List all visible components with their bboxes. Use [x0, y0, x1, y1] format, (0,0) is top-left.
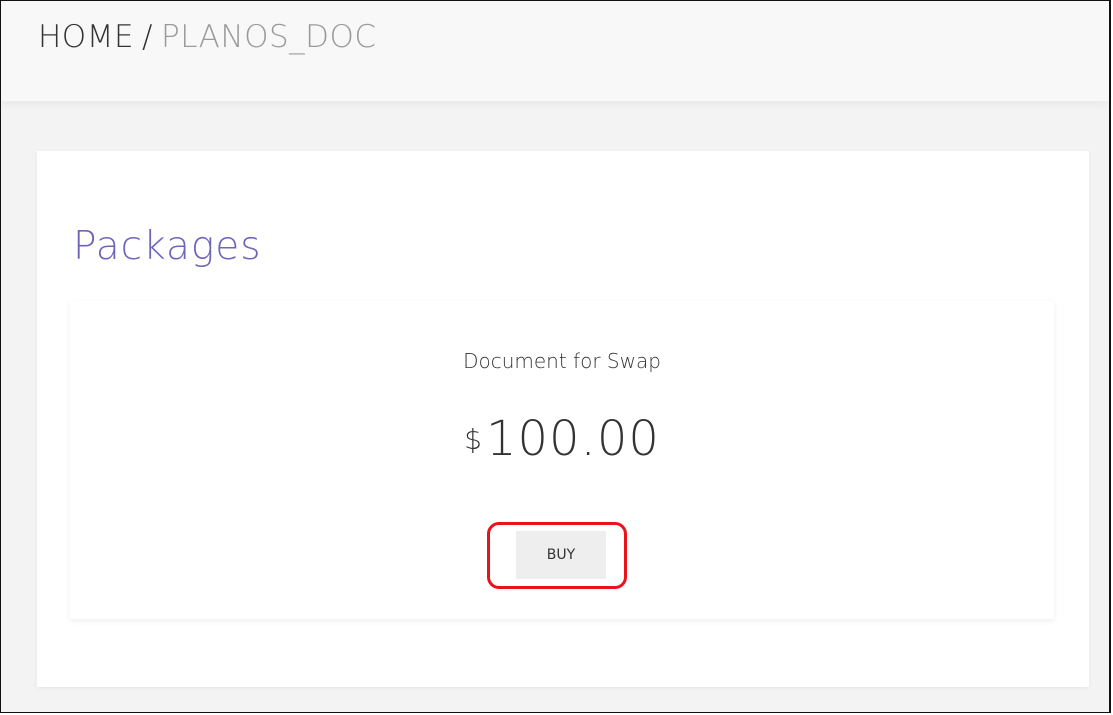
- breadcrumb-home-link[interactable]: HOME: [38, 19, 134, 55]
- package-item: Document for Swap $100.00 BUY: [70, 301, 1054, 619]
- breadcrumb-current: PLANOS_DOC: [161, 19, 377, 55]
- page-title: Packages: [73, 224, 262, 269]
- package-price: $100.00: [70, 411, 1054, 467]
- breadcrumb: HOME / PLANOS_DOC: [38, 19, 377, 55]
- price-currency: $: [464, 422, 482, 456]
- packages-card: Packages Document for Swap $100.00 BUY: [37, 151, 1089, 687]
- price-amount: 100.00: [485, 411, 660, 467]
- top-bar: HOME / PLANOS_DOC: [1, 1, 1109, 101]
- package-name: Document for Swap: [463, 349, 661, 373]
- breadcrumb-separator: /: [142, 19, 153, 55]
- buy-button[interactable]: BUY: [516, 531, 606, 579]
- page-frame: HOME / PLANOS_DOC Packages Document for Sw…: [0, 0, 1111, 713]
